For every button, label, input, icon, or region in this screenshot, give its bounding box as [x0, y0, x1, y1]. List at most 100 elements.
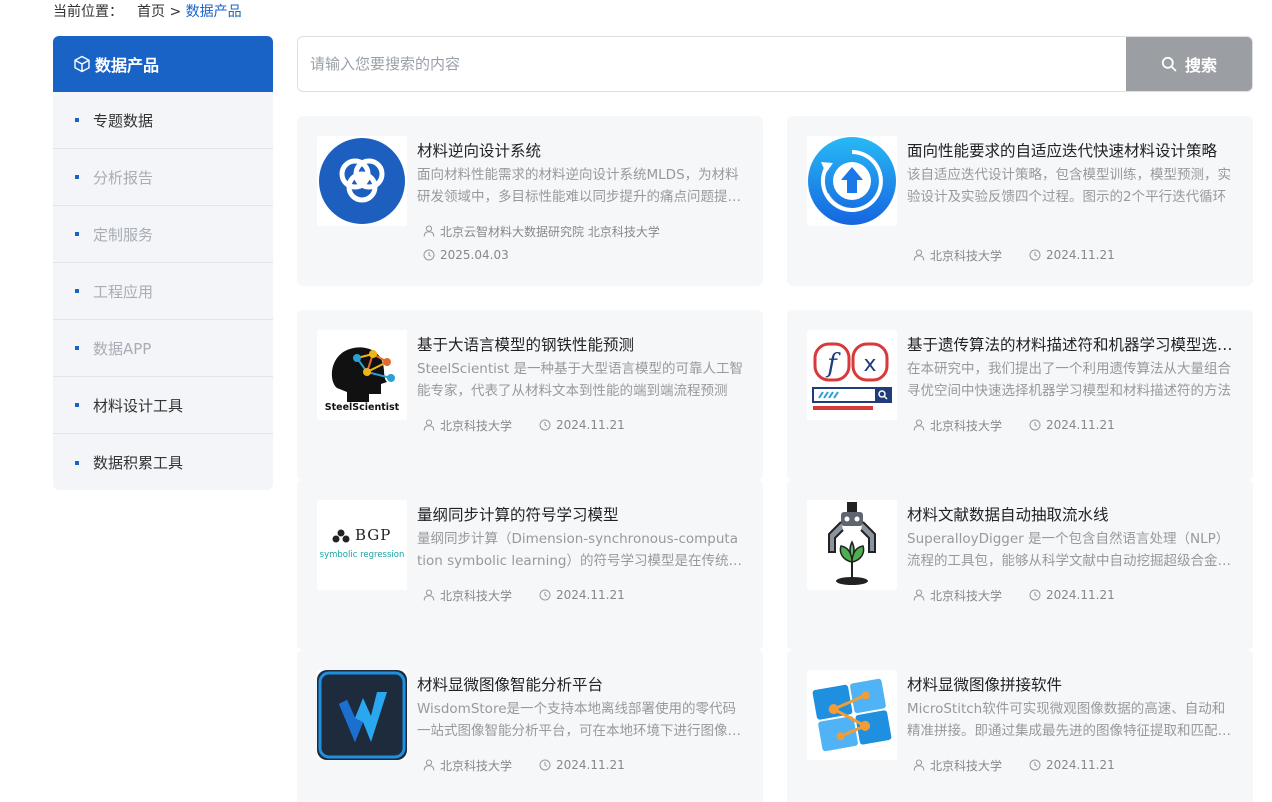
sidebar-item-label: 工程应用 — [93, 281, 153, 302]
sidebar-item-design-tools[interactable]: 材料设计工具 — [53, 377, 273, 434]
card-org-label: 北京云智材料大数据研究院 北京科技大学 — [440, 223, 660, 240]
sidebar-item-engineering[interactable]: 工程应用 — [53, 263, 273, 320]
product-card[interactable]: BGP symbolic regression 量纲同步计算的符号学习模型 量纲… — [297, 480, 763, 650]
bgp-logo-subtext: symbolic regression — [317, 550, 407, 560]
breadcrumb-separator: > — [165, 4, 186, 20]
product-card[interactable]: 材料显微图像拼接软件 MicroStitch软件可实现微观图像数据的高速、自动和… — [787, 650, 1253, 802]
card-title[interactable]: 量纲同步计算的符号学习模型 — [417, 504, 743, 526]
card-org: 北京科技大学 — [913, 417, 1002, 433]
card-date: 2025.04.03 — [423, 247, 509, 263]
sidebar-item-label: 定制服务 — [93, 224, 153, 245]
card-title[interactable]: 基于遗传算法的材料描述符和机器学习模型选择方法 — [907, 334, 1233, 356]
cube-icon — [73, 55, 91, 73]
card-title[interactable]: 材料显微图像拼接软件 — [907, 674, 1233, 696]
card-org: 北京科技大学 — [913, 757, 1002, 773]
card-org: 北京科技大学 — [913, 247, 1002, 263]
product-card[interactable]: SteelScientist 基于大语言模型的钢铁性能预测 SteelScien… — [297, 310, 763, 480]
user-icon — [423, 225, 435, 237]
breadcrumb-home-link[interactable]: 首页 — [137, 4, 165, 20]
bullet-icon — [75, 289, 79, 293]
card-description: SuperalloyDigger 是一个包含自然语言处理（NLP）流程的工具包，… — [907, 528, 1233, 572]
card-title[interactable]: 材料文献数据自动抽取流水线 — [907, 504, 1233, 526]
sidebar-header[interactable]: 数据产品 — [53, 36, 273, 92]
sidebar-item-topic-data[interactable]: 专题数据 — [53, 92, 273, 149]
sidebar-item-accumulation-tools[interactable]: 数据积累工具 — [53, 434, 273, 490]
steelscientist-logo-text: SteelScientist — [317, 402, 407, 413]
card-title[interactable]: 面向性能要求的自适应迭代快速材料设计策略 — [907, 140, 1233, 162]
wisdomstore-logo — [317, 670, 407, 760]
clock-icon — [1029, 419, 1041, 431]
card-date: 2024.11.21 — [539, 417, 625, 433]
user-icon — [423, 759, 435, 771]
bullet-icon — [75, 175, 79, 179]
card-date-label: 2024.11.21 — [556, 758, 625, 772]
card-date: 2024.11.21 — [1029, 587, 1115, 603]
sidebar-title: 数据产品 — [95, 52, 159, 76]
card-org: 北京科技大学 — [423, 417, 512, 433]
cycle-arrow-icon — [807, 136, 897, 226]
card-date: 2024.11.21 — [1029, 417, 1115, 433]
card-org-label: 北京科技大学 — [440, 587, 512, 604]
card-org-label: 北京科技大学 — [440, 417, 512, 434]
bullet-icon — [75, 232, 79, 236]
sidebar-item-label: 专题数据 — [93, 110, 153, 131]
card-title[interactable]: 基于大语言模型的钢铁性能预测 — [417, 334, 743, 356]
search-button[interactable]: 搜索 — [1126, 37, 1252, 91]
product-card[interactable]: 材料显微图像智能分析平台 WisdomStore是一个支持本地离线部署使用的零代… — [297, 650, 763, 802]
search-input[interactable] — [298, 37, 1126, 91]
bullet-icon — [75, 403, 79, 407]
card-date-label: 2024.11.21 — [1046, 588, 1115, 602]
card-org-label: 北京科技大学 — [930, 757, 1002, 774]
clock-icon — [1029, 249, 1041, 261]
card-description: 在本研究中，我们提出了一个利用遗传算法从大量组合寻优空间中快速选择机器学习模型和… — [907, 358, 1233, 402]
card-description: 量纲同步计算（Dimension-synchronous-computation… — [417, 528, 743, 572]
product-card[interactable]: 面向性能要求的自适应迭代快速材料设计策略 该自适应迭代设计策略，包含模型训练，模… — [787, 116, 1253, 286]
user-icon — [913, 419, 925, 431]
product-card[interactable]: fx 基于遗传算法的材料描述符和机器学习模型选择方法 在本研究中，我们提出了一个… — [787, 310, 1253, 480]
card-description: SteelScientist 是一种基于大型语言模型的可靠人工智能专家，代表了从… — [417, 358, 743, 402]
card-date: 2024.11.21 — [1029, 247, 1115, 263]
card-date-label: 2024.11.21 — [556, 418, 625, 432]
card-org-label: 北京科技大学 — [440, 757, 512, 774]
breadcrumb-current[interactable]: 数据产品 — [186, 4, 242, 20]
clock-icon — [539, 419, 551, 431]
sidebar-item-label: 材料设计工具 — [93, 395, 183, 416]
card-date-label: 2025.04.03 — [440, 248, 509, 262]
card-date-label: 2024.11.21 — [556, 588, 625, 602]
breadcrumb-label: 当前位置： — [53, 4, 123, 20]
user-icon — [423, 589, 435, 601]
clock-icon — [423, 249, 435, 261]
card-org: 北京科技大学 — [913, 587, 1002, 603]
card-org-label: 北京科技大学 — [930, 247, 1002, 264]
card-title[interactable]: 材料显微图像智能分析平台 — [417, 674, 743, 696]
card-date: 2024.11.21 — [1029, 757, 1115, 773]
card-date-label: 2024.11.21 — [1046, 418, 1115, 432]
sidebar-item-custom-service[interactable]: 定制服务 — [53, 206, 273, 263]
bgp-logo-text: BGP — [355, 526, 391, 544]
card-org: 北京科技大学 — [423, 757, 512, 773]
user-icon — [913, 249, 925, 261]
user-icon — [913, 759, 925, 771]
card-date-label: 2024.11.21 — [1046, 248, 1115, 262]
card-org: 北京云智材料大数据研究院 北京科技大学 — [423, 223, 660, 239]
svg-text:x: x — [863, 352, 876, 377]
card-date-label: 2024.11.21 — [1046, 758, 1115, 772]
sidebar-item-label: 数据APP — [93, 338, 151, 359]
product-card[interactable]: 材料逆向设计系统 面向材料性能需求的材料逆向设计系统MLDS，为材料研发领域中，… — [297, 116, 763, 286]
clock-icon — [539, 589, 551, 601]
sidebar-item-label: 分析报告 — [93, 167, 153, 188]
sidebar-item-reports[interactable]: 分析报告 — [53, 149, 273, 206]
sidebar-item-data-app[interactable]: 数据APP — [53, 320, 273, 377]
clock-icon — [539, 759, 551, 771]
user-icon — [913, 589, 925, 601]
card-date: 2024.11.21 — [539, 757, 625, 773]
sidebar: 数据产品 专题数据 分析报告 定制服务 工程应用 数据APP 材料设计工具 数据… — [53, 36, 273, 490]
robot-claw-plant-icon — [807, 500, 897, 590]
fx-search-icon: fx — [807, 330, 897, 420]
microstitch-logo — [807, 670, 897, 760]
product-card[interactable]: 材料文献数据自动抽取流水线 SuperalloyDigger 是一个包含自然语言… — [787, 480, 1253, 650]
card-title[interactable]: 材料逆向设计系统 — [417, 140, 743, 162]
clock-icon — [1029, 589, 1041, 601]
clock-icon — [1029, 759, 1041, 771]
bullet-icon — [75, 461, 79, 465]
